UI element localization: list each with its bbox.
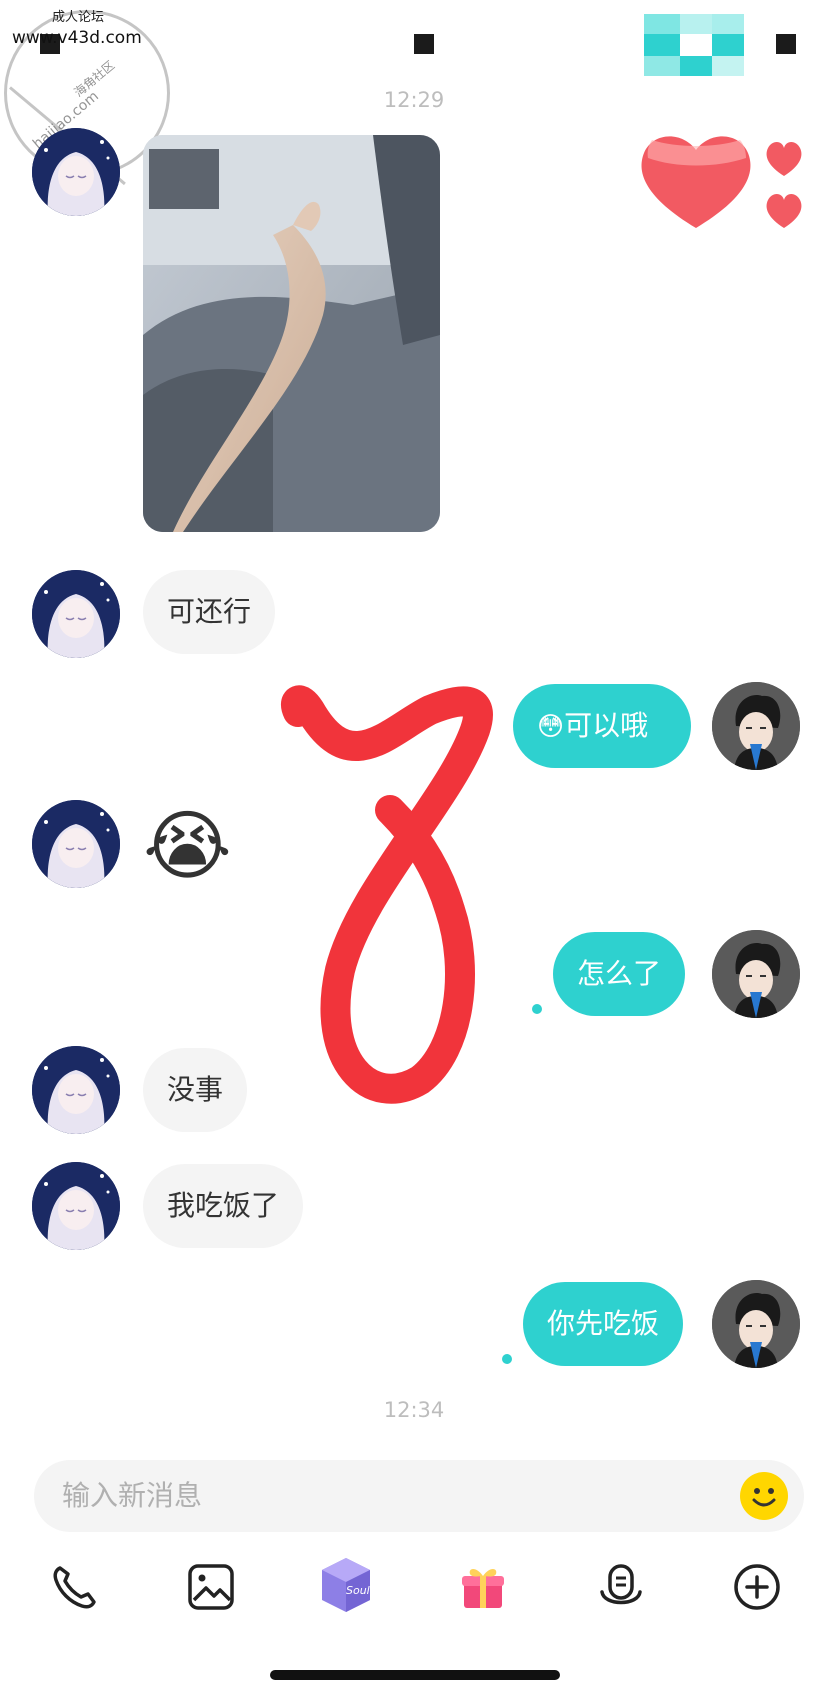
hearts-sticker bbox=[641, 136, 802, 228]
emoji-picker-button[interactable] bbox=[740, 1472, 788, 1520]
crying-emoji-icon[interactable]: 😭 bbox=[143, 800, 232, 892]
timestamp: 12:29 bbox=[383, 88, 445, 112]
my-avatar[interactable] bbox=[712, 682, 800, 770]
status-block-right bbox=[776, 34, 796, 54]
home-indicator[interactable] bbox=[270, 1670, 560, 1680]
flushed-emoji-icon: 😳 bbox=[537, 712, 565, 742]
contact-avatar[interactable] bbox=[32, 570, 120, 658]
outgoing-message[interactable]: 怎么了 bbox=[553, 932, 686, 1016]
censored-username bbox=[644, 14, 744, 76]
girl-avatar-icon bbox=[32, 1162, 120, 1250]
watermark-url: www.v43d.com bbox=[12, 28, 142, 48]
outgoing-message[interactable]: 😳可以哦 bbox=[513, 684, 691, 768]
status-block-center bbox=[414, 34, 434, 54]
girl-avatar-icon bbox=[32, 800, 120, 888]
contact-avatar[interactable] bbox=[32, 128, 120, 216]
incoming-message[interactable]: 没事 bbox=[143, 1048, 248, 1132]
contact-avatar[interactable] bbox=[32, 800, 120, 888]
outgoing-message[interactable]: 你先吃饭 bbox=[523, 1282, 684, 1366]
boy-avatar-icon bbox=[712, 1280, 800, 1368]
watermark-text: 成人论坛 bbox=[52, 10, 105, 25]
smiley-icon bbox=[752, 1488, 776, 1507]
photo-image bbox=[143, 135, 440, 532]
soul-box-label: Soul bbox=[346, 1584, 370, 1597]
plus-icon[interactable] bbox=[730, 1560, 784, 1614]
message-input-placeholder: 输入新消息 bbox=[62, 1479, 203, 1512]
my-avatar[interactable] bbox=[712, 930, 800, 1018]
outgoing-message-text: 可以哦 bbox=[564, 709, 649, 742]
voice-icon[interactable] bbox=[594, 1560, 648, 1614]
image-icon[interactable] bbox=[184, 1560, 238, 1614]
gift-icon[interactable] bbox=[456, 1560, 510, 1614]
incoming-message[interactable]: 我吃饭了 bbox=[143, 1164, 304, 1248]
message-input[interactable]: 输入新消息 bbox=[34, 1460, 804, 1532]
timestamp: 12:34 bbox=[383, 1398, 445, 1422]
my-avatar[interactable] bbox=[712, 1280, 800, 1368]
soul-box-icon[interactable]: Soul bbox=[316, 1552, 376, 1616]
boy-avatar-icon bbox=[712, 930, 800, 1018]
incoming-message[interactable]: 可还行 bbox=[143, 570, 276, 654]
image-message[interactable] bbox=[143, 135, 440, 532]
contact-avatar[interactable] bbox=[32, 1162, 120, 1250]
boy-avatar-icon bbox=[712, 682, 800, 770]
girl-avatar-icon bbox=[32, 570, 120, 658]
read-indicator bbox=[502, 1354, 512, 1364]
red-marker-annotation bbox=[281, 685, 493, 1104]
girl-avatar-icon bbox=[32, 128, 120, 216]
read-indicator bbox=[532, 1004, 542, 1014]
girl-avatar-icon bbox=[32, 1046, 120, 1134]
phone-icon[interactable] bbox=[48, 1560, 102, 1614]
contact-avatar[interactable] bbox=[32, 1046, 120, 1134]
